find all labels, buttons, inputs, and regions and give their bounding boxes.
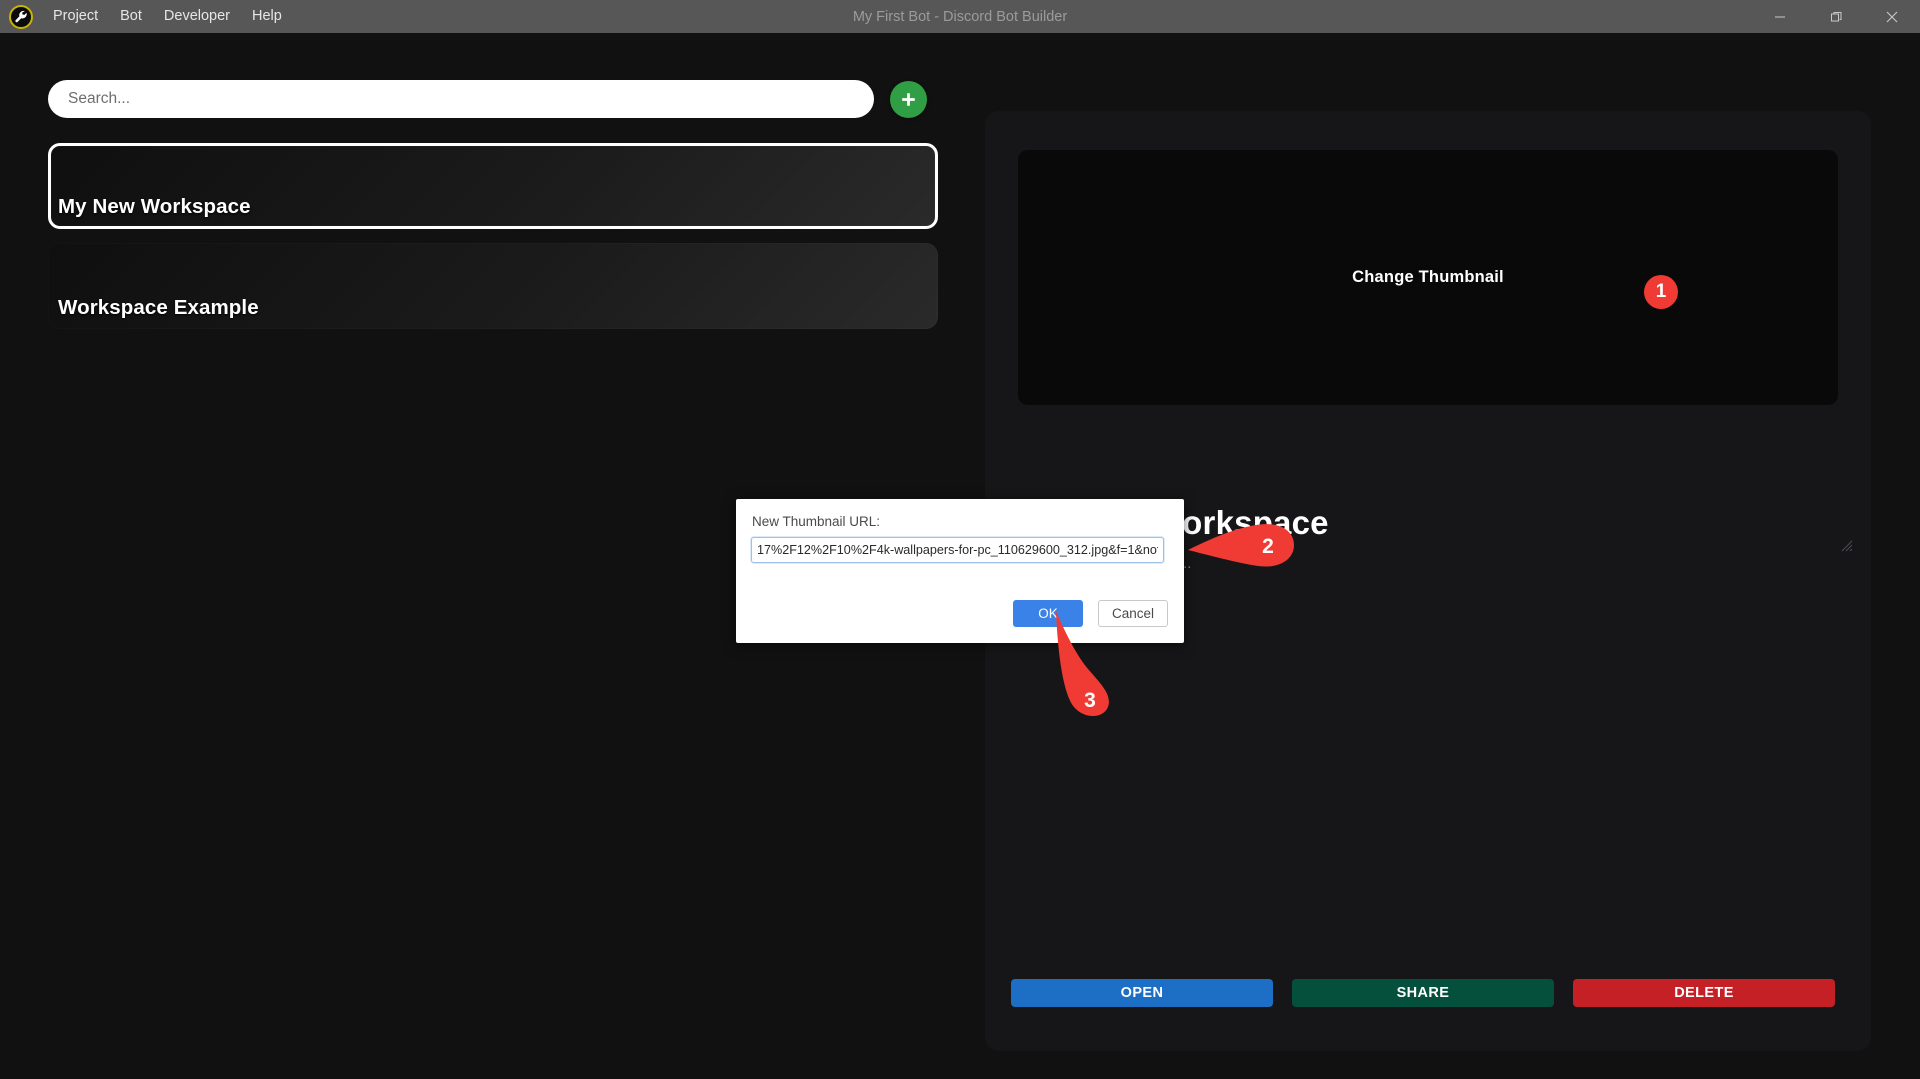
app-body: My New Workspace Workspace Example Chang… <box>0 33 1920 1079</box>
plus-icon <box>899 90 918 109</box>
thumbnail-url-input[interactable] <box>751 537 1164 563</box>
window-controls <box>1752 0 1920 33</box>
dialog-buttons: OK Cancel <box>1013 600 1168 627</box>
search-input[interactable] <box>48 80 874 118</box>
change-thumbnail-label: Change Thumbnail <box>1352 268 1504 286</box>
menu-item-help[interactable]: Help <box>241 3 293 30</box>
workspace-list: My New Workspace Workspace Example <box>48 143 938 329</box>
dialog-ok-button[interactable]: OK <box>1013 600 1083 627</box>
dialog-label: New Thumbnail URL: <box>752 514 881 529</box>
workspace-browser: My New Workspace Workspace Example <box>48 80 938 329</box>
search-row <box>48 80 938 118</box>
change-thumbnail-button[interactable]: Change Thumbnail <box>1018 150 1838 405</box>
menu-item-developer[interactable]: Developer <box>153 3 241 30</box>
new-thumbnail-url-dialog: New Thumbnail URL: OK Cancel <box>736 499 1184 643</box>
workspace-card-my-new-workspace[interactable]: My New Workspace <box>48 143 938 229</box>
menu-item-project[interactable]: Project <box>42 3 109 30</box>
menu-item-bot[interactable]: Bot <box>109 3 153 30</box>
resize-grip-icon <box>1839 538 1853 552</box>
close-icon[interactable] <box>1864 0 1920 33</box>
delete-button[interactable]: DELETE <box>1573 979 1835 1007</box>
open-button[interactable]: OPEN <box>1011 979 1273 1007</box>
wrench-glyph-icon <box>14 10 27 23</box>
add-workspace-button[interactable] <box>890 80 927 118</box>
dialog-cancel-button[interactable]: Cancel <box>1098 600 1168 627</box>
app-logo <box>0 0 42 33</box>
maximize-icon[interactable] <box>1808 0 1864 33</box>
title-bar: Project Bot Developer Help My First Bot … <box>0 0 1920 33</box>
workspace-card-label: Workspace Example <box>58 296 259 319</box>
workspace-actions: OPEN SHARE DELETE <box>1011 979 1835 1007</box>
bot-builder-logo-icon <box>9 4 33 29</box>
minimize-icon[interactable] <box>1752 0 1808 33</box>
workspace-card-label: My New Workspace <box>58 195 251 218</box>
menu-bar: Project Bot Developer Help <box>42 0 293 33</box>
share-button[interactable]: SHARE <box>1292 979 1554 1007</box>
workspace-card-workspace-example[interactable]: Workspace Example <box>48 243 938 329</box>
